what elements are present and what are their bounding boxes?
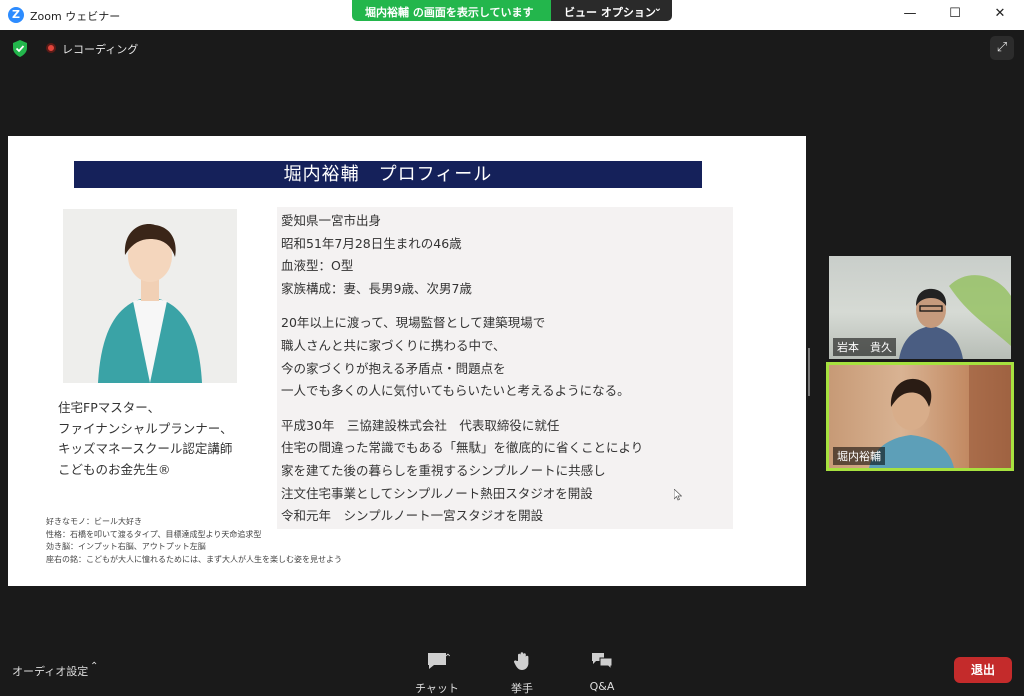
role-line: ファイナンシャルプランナー、 — [58, 420, 233, 436]
raise-hand-label: 挙手 — [511, 682, 533, 695]
profile-line: 昭和51年7月28日生まれの46歳 — [281, 235, 462, 251]
profile-line: 令和元年 シンプルノート一宮スタジオを開設 — [281, 508, 544, 524]
profile-line: 家を建てた後の暮らしを重視するシンプルノートに共感し — [281, 462, 606, 478]
leave-button[interactable]: 退出 — [954, 657, 1012, 683]
chat-options-chevron-icon[interactable]: ⌃ — [438, 653, 458, 664]
profile-line: 20年以上に渡って、現場監督として建築現場で — [281, 315, 546, 331]
recording-label[interactable]: レコーディング — [62, 41, 138, 57]
active-speaker-video-tile[interactable]: 堀内裕輔 — [826, 362, 1014, 471]
zoom-logo-icon — [8, 7, 24, 23]
chevron-up-icon[interactable]: ⌃ — [90, 661, 98, 672]
profile-photo — [63, 209, 237, 383]
raise-hand-button[interactable]: 挙手 — [492, 651, 552, 696]
view-options-button[interactable]: ビュー オプション ⌄ — [551, 0, 672, 21]
participant-name: 岩本 貴久 — [833, 338, 896, 356]
shared-screen-slide: 堀内裕輔 プロフィール 住宅FPマスター、 ファイナンシャルプランナー、 キッズ… — [8, 136, 806, 586]
share-status-text: 堀内裕輔 の画面を表示しています — [352, 0, 551, 21]
slide-title: 堀内裕輔 プロフィール — [74, 161, 702, 188]
close-button[interactable]: ✕ — [990, 6, 1010, 24]
qa-button[interactable]: Q&A — [572, 651, 632, 693]
panel-resize-handle[interactable] — [808, 348, 814, 396]
security-shield-icon[interactable] — [12, 40, 28, 57]
title-bar: Zoom ウェビナー 堀内裕輔 の画面を表示しています ビュー オプション ⌄ … — [0, 0, 1024, 30]
profile-line: 今の家づくりが抱える矛盾点・問題点を — [281, 360, 506, 376]
mouse-cursor-icon — [674, 489, 682, 501]
meeting-info-bar: レコーディング ⤢ — [0, 30, 1024, 66]
share-banner: 堀内裕輔 の画面を表示しています ビュー オプション ⌄ — [352, 0, 672, 21]
profile-line: 一人でも多くの人に気付いてもらいたいと考えるようになる。 — [281, 383, 630, 399]
profile-line: 注文住宅事業としてシンプルノート熱田スタジオを開設 — [281, 485, 593, 501]
recording-dot-icon — [46, 43, 56, 53]
note-line: 効き脳：インプット右脳、アウトプット左脳 — [46, 542, 206, 551]
chat-label: チャット — [415, 682, 459, 695]
chat-button[interactable]: チャット — [407, 651, 467, 696]
qa-label: Q&A — [589, 680, 615, 693]
view-options-label: ビュー オプション — [564, 6, 656, 19]
maximize-button[interactable]: ☐ — [945, 6, 965, 24]
profile-line: 血液型：O型 — [281, 258, 354, 274]
meeting-toolbar: オーディオ設定 ⌃ チャット ⌃ 挙手 Q&A 退出 — [0, 643, 1024, 695]
profile-line: 家族構成：妻、長男9歳、次男7歳 — [281, 280, 472, 296]
raise-hand-icon — [513, 652, 529, 670]
role-line: こどものお金先生® — [58, 461, 171, 477]
fullscreen-icon[interactable]: ⤢ — [990, 36, 1014, 60]
audio-settings-button[interactable]: オーディオ設定 — [12, 663, 88, 679]
role-line: キッズマネースクール認定講師 — [58, 441, 233, 456]
profile-line: 住宅の間違った常識でもある「無駄」を徹底的に省くことにより — [281, 440, 644, 456]
profile-details-box: 愛知県一宮市出身 昭和51年7月28日生まれの46歳 血液型：O型 家族構成：妻… — [277, 207, 733, 529]
chevron-down-icon: ⌄ — [653, 3, 662, 14]
profile-line: 職人さんと共に家づくりに携わる中で、 — [281, 337, 506, 353]
profile-line: 平成30年 三協建設株式会社 代表取締役に就任 — [281, 417, 560, 433]
participant-name: 堀内裕輔 — [833, 447, 885, 465]
role-line: 住宅FPマスター、 — [58, 400, 161, 415]
qa-icon — [592, 653, 613, 671]
note-line: 性格：石橋を叩いて渡るタイプ、目標達成型より天命追求型 — [46, 529, 262, 539]
app-title: Zoom ウェビナー — [30, 10, 121, 23]
minimize-button[interactable]: — — [900, 6, 920, 24]
profile-line: 愛知県一宮市出身 — [281, 213, 382, 228]
note-line: 座右の銘：こどもが大人に憧れるためには、まず大人が人生を楽しむ姿を見せよう — [46, 554, 342, 564]
roles-list: 住宅FPマスター、 ファイナンシャルプランナー、 キッズマネースクール認定講師 … — [58, 398, 233, 480]
participant-video-tile[interactable]: 岩本 貴久 — [829, 256, 1011, 359]
